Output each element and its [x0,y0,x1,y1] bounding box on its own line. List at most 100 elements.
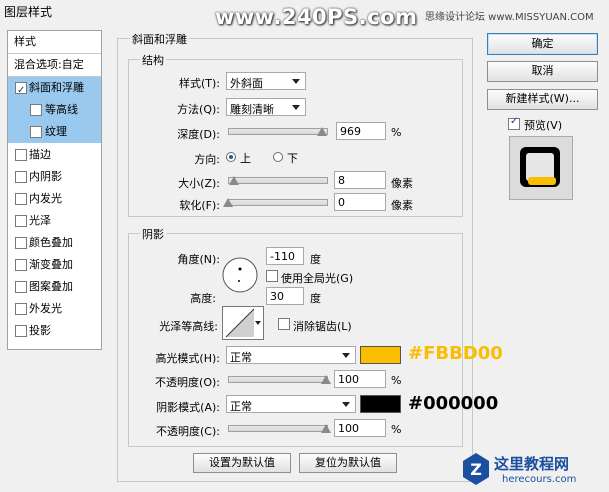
direction-up-label: 上 [240,152,251,165]
shadow-opacity-unit: % [391,423,402,436]
size-slider-handle[interactable] [229,176,239,185]
texture-checkbox[interactable] [30,126,42,138]
style-item-bevel[interactable]: 斜面和浮雕 [8,77,101,102]
style-item-inner-shadow[interactable]: 内阴影 [8,166,101,188]
altitude-input[interactable]: 30 [266,287,304,305]
style-label: 样式(T): [178,77,220,90]
shadow-mode-label: 阴影模式(A): [156,401,220,414]
highlight-opacity-unit: % [391,374,402,387]
chevron-down-icon [342,353,350,358]
bevel-emboss-title: 斜面和浮雕 [130,31,189,47]
direction-label: 方向: [194,153,220,166]
reset-default-button[interactable]: 复位为默认值 [299,453,397,473]
shadow-opacity-label: 不透明度(C): [156,425,220,438]
contour-checkbox[interactable] [30,104,42,116]
size-slider[interactable] [228,177,328,184]
soften-label: 软化(F): [179,199,220,212]
shadow-opacity-input[interactable]: 100 [334,419,386,437]
pattern-overlay-checkbox[interactable] [15,281,27,293]
watermark-site: www.240PS.com [215,5,418,29]
structure-title: 结构 [140,52,166,68]
gradient-overlay-checkbox[interactable] [15,259,27,271]
size-label: 大小(Z): [178,177,220,190]
herecours-logo: Z [461,451,491,487]
chevron-down-icon [292,105,300,110]
angle-label: 角度(N): [177,253,220,266]
new-style-button[interactable]: 新建样式(W)... [487,89,598,110]
logo-url: herecours.com [502,474,577,485]
stroke-checkbox[interactable] [15,149,27,161]
depth-unit: % [391,126,402,139]
anti-alias-checkbox[interactable] [278,318,290,330]
style-item-pattern-overlay[interactable]: 图案叠加 [8,276,101,298]
highlight-opacity-label: 不透明度(O): [155,376,220,389]
direction-up-radio[interactable] [226,152,236,162]
highlight-opacity-slider[interactable] [228,376,328,383]
highlight-opacity-input[interactable]: 100 [334,370,386,388]
chevron-down-icon [342,402,350,407]
styles-header: 样式 [14,35,36,48]
global-light-label: 使用全局光(G) [281,272,354,285]
shadow-mode-select[interactable]: 正常 [226,395,356,413]
watermark-forum: 思缘设计论坛 www.MISSYUAN.COM [425,12,594,23]
blend-options-item[interactable]: 混合选项:自定 [8,54,101,76]
angle-input[interactable]: -110 [266,247,304,265]
gloss-contour-picker[interactable] [222,306,264,340]
anti-alias-label: 消除锯齿(L) [293,320,352,333]
style-item-texture[interactable]: 纹理 [8,121,101,143]
ok-button[interactable]: 确定 [487,33,598,55]
highlight-color-swatch[interactable] [360,346,401,364]
chevron-down-icon [292,79,300,84]
contour-curve-icon [225,308,255,338]
gloss-contour-label: 光泽等高线: [159,320,218,333]
style-item-drop-shadow[interactable]: 投影 [8,320,101,342]
logo-badge-icon: Z [463,453,489,485]
technique-select[interactable]: 雕刻清晰 [226,98,306,116]
color-overlay-checkbox[interactable] [15,237,27,249]
style-item-gradient-overlay[interactable]: 渐变叠加 [8,254,101,276]
style-item-inner-glow[interactable]: 内发光 [8,188,101,210]
satin-checkbox[interactable] [15,215,27,227]
soften-slider-handle[interactable] [223,198,233,207]
style-item-outer-glow[interactable]: 外发光 [8,298,101,320]
outer-glow-checkbox[interactable] [15,303,27,315]
soften-slider[interactable] [228,199,328,206]
depth-label: 深度(D): [177,128,220,141]
soften-unit: 像素 [391,199,413,212]
preview-highlight [528,177,556,185]
window-title: 图层样式 [4,5,53,19]
shadow-opacity-handle[interactable] [321,424,331,433]
shadow-color-swatch[interactable] [360,395,401,413]
chevron-down-icon [255,321,261,325]
direction-down-radio[interactable] [273,152,283,162]
shadow-opacity-slider[interactable] [228,425,328,432]
style-item-stroke[interactable]: 描边 [8,144,101,166]
angle-dial[interactable] [220,255,260,295]
size-input[interactable]: 8 [334,171,386,189]
preview-checkbox[interactable] [508,116,520,130]
make-default-button[interactable]: 设置为默认值 [193,453,291,473]
depth-input[interactable]: 969 [336,122,386,140]
inner-glow-checkbox[interactable] [15,193,27,205]
cancel-button[interactable]: 取消 [487,61,598,82]
logo-text: 这里教程网 [494,455,570,473]
style-item-satin[interactable]: 光泽 [8,210,101,232]
style-item-color-overlay[interactable]: 颜色叠加 [8,232,101,254]
highlight-color-callout: #FBBD00 [408,343,503,364]
style-item-contour[interactable]: 等高线 [8,99,101,121]
styles-list: 样式 混合选项:自定 斜面和浮雕 等高线 纹理 描边 内阴影 内发光 光泽 颜色… [7,30,102,350]
highlight-opacity-handle[interactable] [321,375,331,384]
depth-slider-handle[interactable] [317,127,327,136]
bevel-checkbox[interactable] [15,80,27,102]
depth-slider[interactable] [228,128,328,135]
highlight-mode-select[interactable]: 正常 [226,346,356,364]
style-preview-thumbnail [509,136,573,200]
direction-down-label: 下 [287,152,298,165]
style-select[interactable]: 外斜面 [226,72,306,90]
inner-shadow-checkbox[interactable] [15,171,27,183]
global-light-checkbox[interactable] [266,270,278,282]
soften-input[interactable]: 0 [334,193,386,211]
angle-unit: 度 [310,253,321,266]
altitude-label: 高度: [190,292,216,305]
drop-shadow-checkbox[interactable] [15,325,27,337]
